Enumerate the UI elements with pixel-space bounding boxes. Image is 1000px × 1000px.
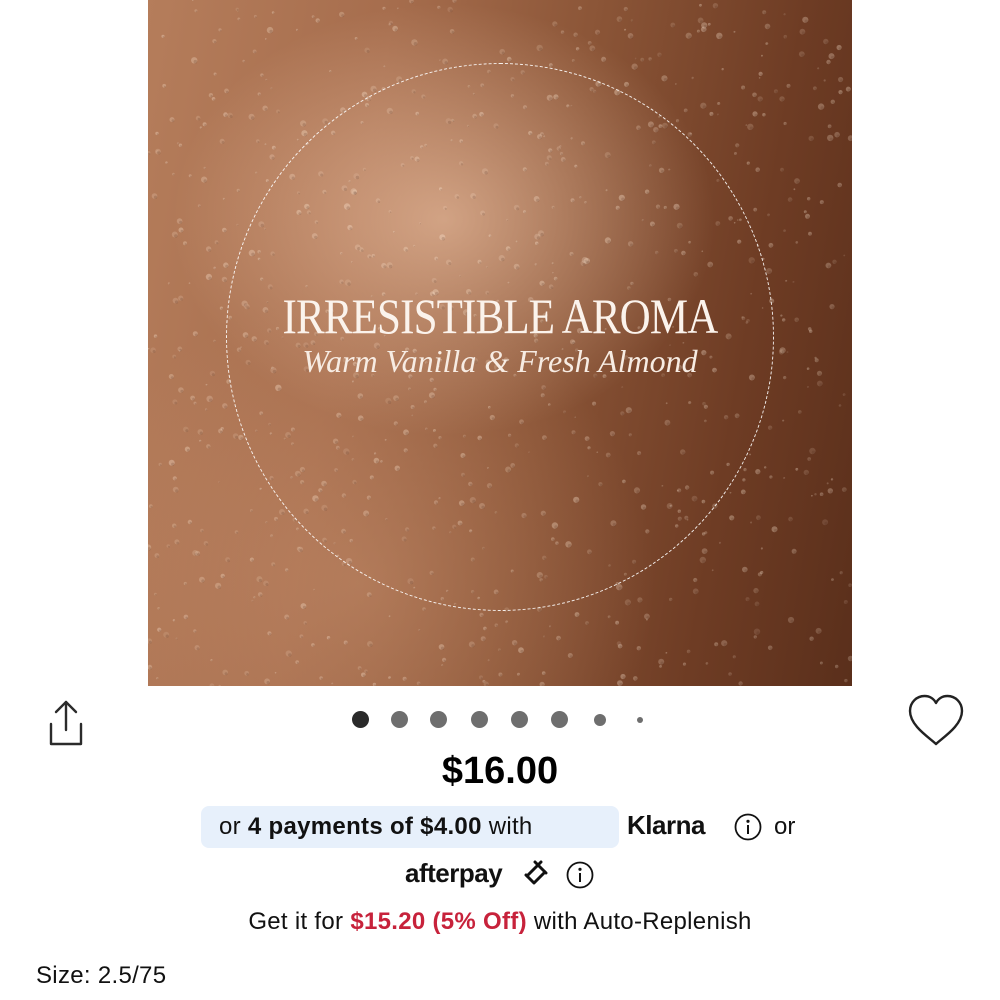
hero-title: IRRESISTIBLE AROMA bbox=[282, 288, 719, 344]
auto-replenish-offer[interactable]: Get it for $15.20 (5% Off) with Auto-Rep… bbox=[0, 908, 1000, 936]
hero-subtitle: Warm Vanilla & Fresh Almond bbox=[302, 343, 698, 379]
carousel-indicator[interactable] bbox=[340, 707, 660, 731]
afterpay-arrows-icon bbox=[524, 860, 548, 885]
or-label: or bbox=[774, 813, 796, 840]
carousel-dot[interactable] bbox=[511, 711, 528, 728]
product-image[interactable]: IRRESISTIBLE AROMA Warm Vanilla & Fresh … bbox=[148, 0, 852, 686]
klarna-suffix: with bbox=[481, 813, 533, 840]
info-icon[interactable] bbox=[566, 861, 594, 889]
heart-icon bbox=[908, 694, 964, 746]
auto-replenish-prefix: Get it for bbox=[248, 908, 351, 935]
product-page: IRRESISTIBLE AROMA Warm Vanilla & Fresh … bbox=[0, 0, 1000, 1000]
carousel-dot[interactable] bbox=[352, 711, 369, 728]
auto-replenish-sale-price: $15.20 (5% Off) bbox=[350, 908, 527, 935]
klarna-installments-text[interactable]: or 4 payments of $4.00 with bbox=[219, 813, 533, 841]
afterpay-payment-row: afterpay bbox=[0, 856, 1000, 892]
size-label: Size: 2.5/75 bbox=[36, 962, 167, 989]
carousel-dot[interactable] bbox=[391, 711, 408, 728]
klarna-logo: Klarna bbox=[627, 810, 705, 840]
carousel-dot[interactable] bbox=[471, 711, 488, 728]
carousel-dot[interactable] bbox=[551, 711, 568, 728]
klarna-prefix: or bbox=[219, 813, 248, 840]
wishlist-button[interactable] bbox=[904, 690, 968, 754]
carousel-dot[interactable] bbox=[594, 714, 606, 726]
share-icon bbox=[49, 700, 83, 746]
share-button[interactable] bbox=[34, 694, 92, 752]
carousel-dot[interactable] bbox=[430, 711, 447, 728]
klarna-payment-row: or 4 payments of $4.00 with Klarna or bbox=[0, 806, 1000, 850]
info-icon[interactable] bbox=[734, 813, 762, 841]
klarna-installments-amount: 4 payments of $4.00 bbox=[247, 813, 482, 840]
product-price: $16.00 bbox=[441, 750, 559, 792]
auto-replenish-suffix: with Auto-Replenish bbox=[526, 908, 752, 935]
afterpay-logo[interactable]: afterpay bbox=[405, 858, 503, 889]
carousel-dot[interactable] bbox=[637, 717, 643, 723]
